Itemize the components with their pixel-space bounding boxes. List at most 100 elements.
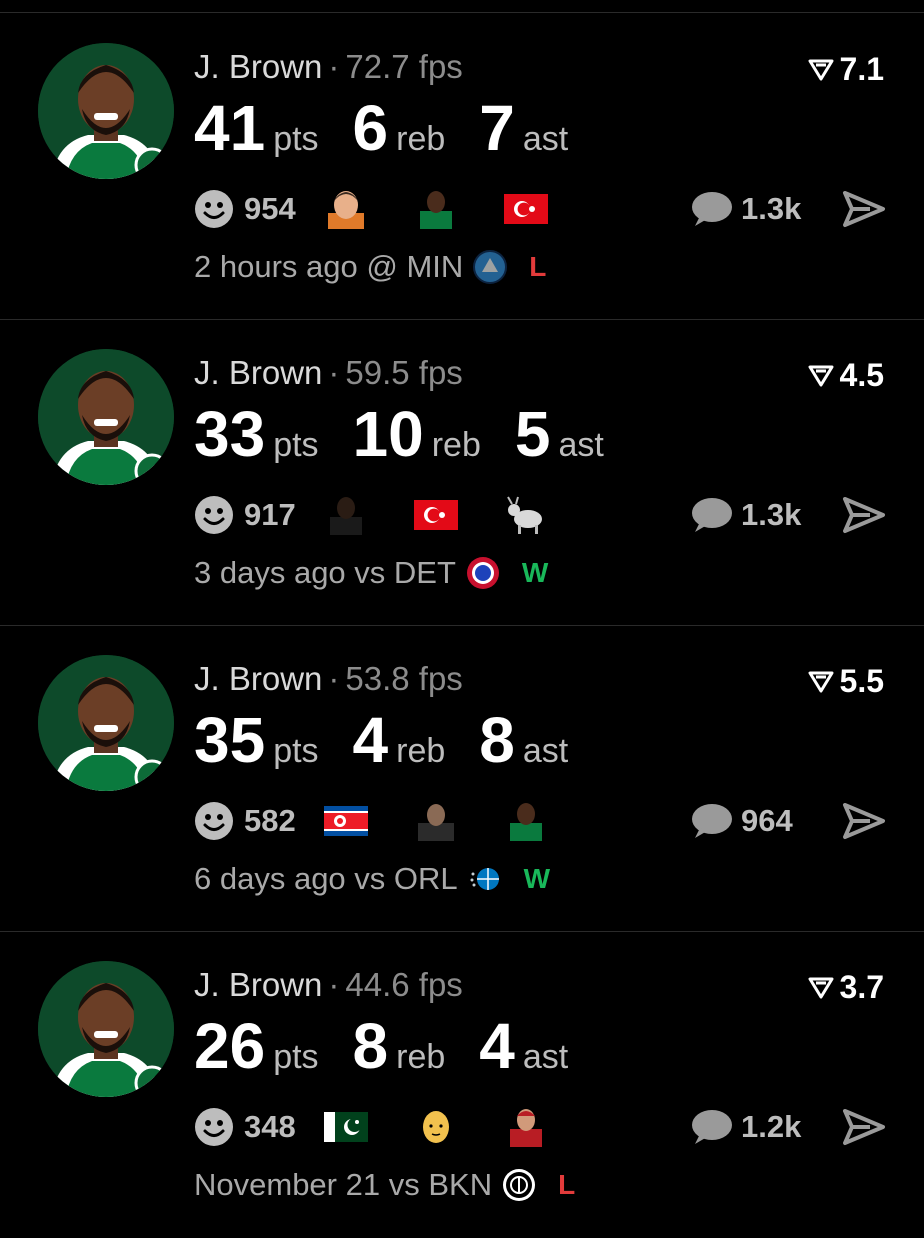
pakistan-flag-emoji[interactable] xyxy=(323,1107,368,1147)
smile-icon[interactable] xyxy=(194,495,234,535)
player-name[interactable]: J. Brown xyxy=(194,354,322,391)
nets-logo xyxy=(503,1169,536,1201)
game-card[interactable]: J. Brown · 44.6 fps 3.7 26 pts 8 reb 4 ast 34… xyxy=(0,932,924,1238)
goat-emoji[interactable] xyxy=(504,495,548,535)
nets-player-emoji[interactable] xyxy=(324,495,368,535)
comments[interactable]: 1.2k xyxy=(689,1105,801,1149)
comment-icon[interactable] xyxy=(689,1108,733,1146)
bald-face-emoji[interactable] xyxy=(414,1107,458,1147)
stat-line: 26 pts 8 reb 4 ast xyxy=(194,1014,602,1078)
reactions-row[interactable]: 348 xyxy=(194,1105,594,1149)
rebounds-value: 8 xyxy=(352,1010,389,1082)
reactions-row[interactable]: 582 xyxy=(194,799,594,843)
game-time: 2 hours ago xyxy=(194,249,358,284)
fps-score: 59.5 fps xyxy=(345,354,463,391)
game-meta: 3 days ago vs DET W xyxy=(194,555,548,591)
rebounds-value: 10 xyxy=(352,398,424,470)
turkey-flag-emoji[interactable] xyxy=(413,495,458,535)
reactions-row[interactable]: 954 xyxy=(194,187,594,231)
player-avatar[interactable] xyxy=(38,349,174,485)
player-avatar[interactable] xyxy=(38,961,174,1097)
points-unit: pts xyxy=(273,1038,319,1076)
comments[interactable]: 964 xyxy=(689,799,793,843)
stat-line: 33 pts 10 reb 5 ast xyxy=(194,402,638,466)
person-emoji[interactable] xyxy=(414,801,458,841)
rating-value: 4.5 xyxy=(839,357,884,393)
reactions-row[interactable]: 917 xyxy=(194,493,594,537)
rating-value: 3.7 xyxy=(839,969,884,1005)
player-avatar[interactable] xyxy=(38,655,174,791)
player-name[interactable]: J. Brown xyxy=(194,966,322,1003)
points-value: 26 xyxy=(194,1010,266,1082)
player-avatar[interactable] xyxy=(38,43,174,179)
points-unit: pts xyxy=(273,120,319,158)
rating-icon xyxy=(808,59,834,80)
separator-dot: · xyxy=(328,354,340,391)
turkey-flag-emoji[interactable] xyxy=(503,189,548,229)
assists-unit: ast xyxy=(522,1038,569,1076)
fps-score: 44.6 fps xyxy=(345,966,463,1003)
game-time: 6 days ago xyxy=(194,861,346,896)
celtics-player-emoji[interactable] xyxy=(414,189,458,229)
assists-value: 8 xyxy=(479,704,515,776)
game-result: L xyxy=(558,1169,576,1200)
celtics-player-emoji[interactable] xyxy=(504,801,548,841)
smile-icon[interactable] xyxy=(194,1107,234,1147)
stat-line: 35 pts 4 reb 8 ast xyxy=(194,708,602,772)
red-player-emoji[interactable] xyxy=(504,1107,548,1147)
share-icon[interactable] xyxy=(842,190,886,228)
reaction-count: 954 xyxy=(244,191,296,226)
face-emoji[interactable] xyxy=(324,189,368,229)
comment-count: 1.2k xyxy=(741,1109,802,1144)
assists-unit: ast xyxy=(522,120,569,158)
name-line: J. Brown · 72.7 fps xyxy=(194,48,463,86)
game-time: 3 days ago xyxy=(194,555,346,590)
player-name[interactable]: J. Brown xyxy=(194,48,322,85)
timberwolves-logo xyxy=(473,250,508,284)
smile-icon[interactable] xyxy=(194,801,234,841)
opponent: ORL xyxy=(393,861,458,896)
comments[interactable]: 1.3k xyxy=(689,493,801,537)
rating-icon xyxy=(808,977,834,998)
rating-value: 5.5 xyxy=(839,663,884,699)
game-card[interactable]: J. Brown · 53.8 fps 5.5 35 pts 4 reb 8 ast 58… xyxy=(0,626,924,932)
rating-icon xyxy=(808,671,834,692)
smile-icon[interactable] xyxy=(194,189,234,229)
rebounds-value: 4 xyxy=(352,704,389,776)
rating: 5.5 xyxy=(808,663,884,700)
game-result: W xyxy=(521,557,549,588)
name-line: J. Brown · 59.5 fps xyxy=(194,354,463,392)
rating-icon xyxy=(808,365,834,386)
rebounds-unit: reb xyxy=(396,120,446,158)
rebounds-value: 6 xyxy=(352,92,389,164)
assists-value: 5 xyxy=(514,398,551,470)
game-meta: November 21 vs BKN L xyxy=(194,1167,575,1203)
rating: 3.7 xyxy=(808,969,884,1006)
fps-score: 53.8 fps xyxy=(345,660,463,697)
name-line: J. Brown · 53.8 fps xyxy=(194,660,463,698)
comment-icon[interactable] xyxy=(689,802,733,840)
pistons-logo xyxy=(466,557,499,589)
top-divider xyxy=(0,12,924,13)
comments[interactable]: 1.3k xyxy=(689,187,801,231)
assists-value: 4 xyxy=(479,1010,515,1082)
share-icon[interactable] xyxy=(842,496,886,534)
comment-count: 964 xyxy=(741,803,793,838)
opponent: MIN xyxy=(406,249,464,284)
assists-unit: ast xyxy=(522,732,569,770)
game-card[interactable]: J. Brown · 59.5 fps 4.5 33 pts 10 reb 5 ast 9… xyxy=(0,320,924,626)
rebounds-unit: reb xyxy=(396,732,446,770)
share-icon[interactable] xyxy=(842,1108,886,1146)
north-korea-flag-emoji[interactable] xyxy=(323,801,368,841)
rating-value: 7.1 xyxy=(839,51,884,87)
reaction-count: 348 xyxy=(244,1109,296,1144)
game-time: November 21 xyxy=(194,1167,381,1202)
game-result: L xyxy=(529,251,547,282)
comment-icon[interactable] xyxy=(689,190,733,228)
player-name[interactable]: J. Brown xyxy=(194,660,322,697)
assists-unit: ast xyxy=(558,426,604,464)
rebounds-unit: reb xyxy=(396,1038,446,1076)
share-icon[interactable] xyxy=(842,802,886,840)
comment-icon[interactable] xyxy=(689,496,733,534)
game-card[interactable]: J. Brown · 72.7 fps 7.1 41 pts 6 reb 7 ast 95… xyxy=(0,14,924,320)
